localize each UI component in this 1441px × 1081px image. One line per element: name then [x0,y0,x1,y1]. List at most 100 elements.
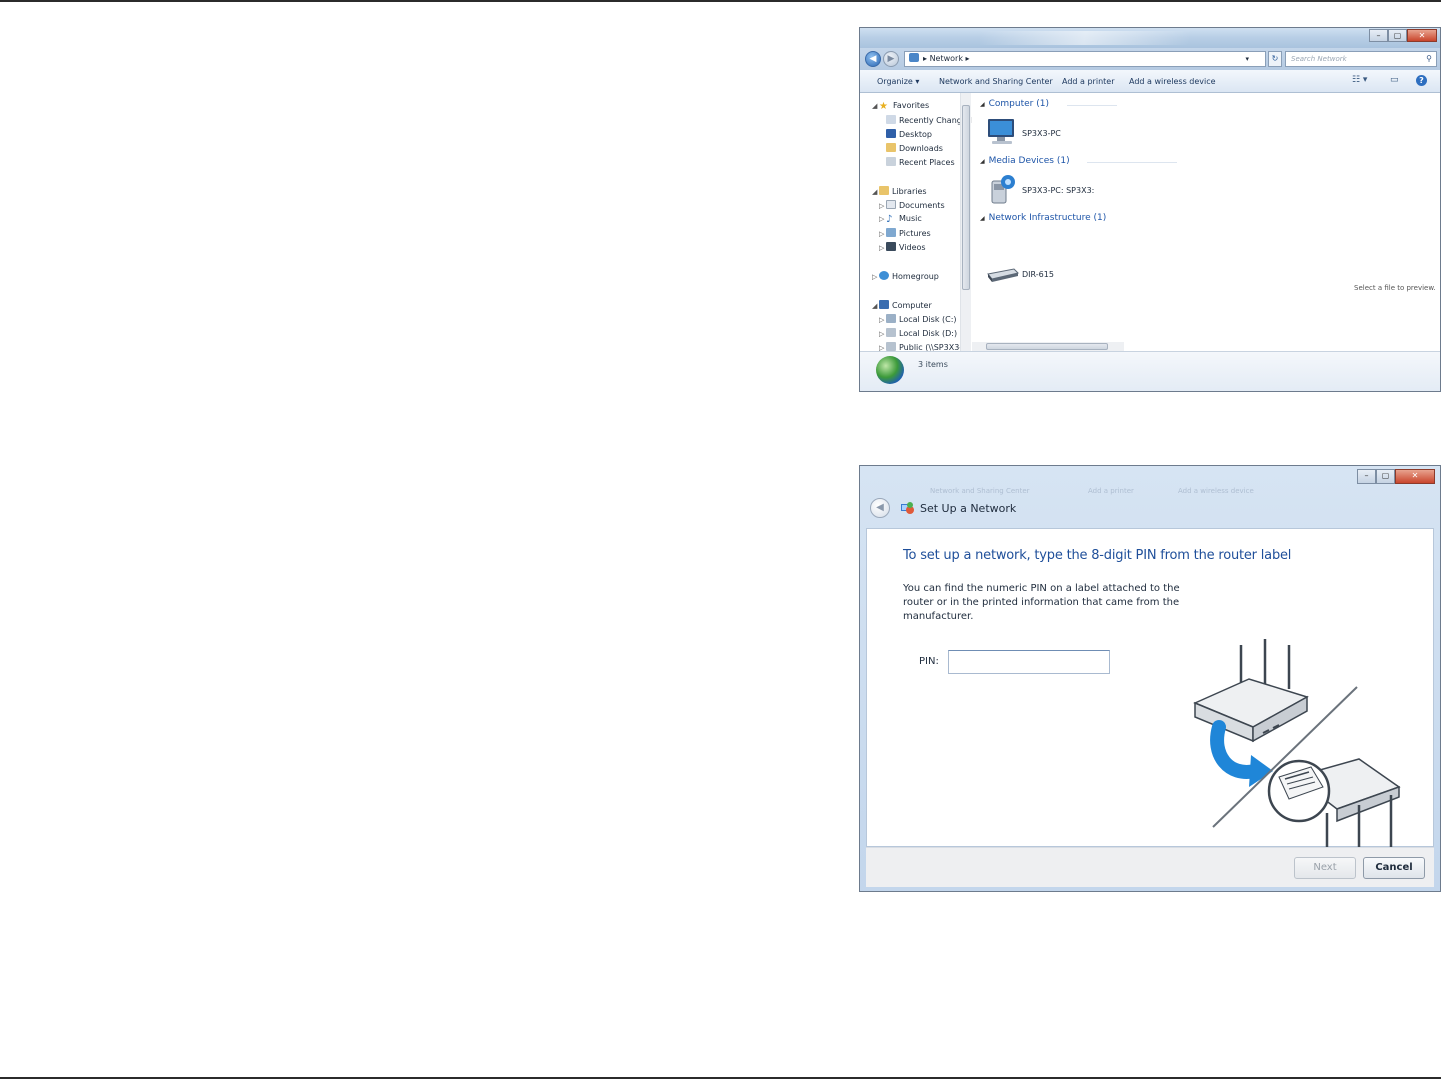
preview-pane-icon[interactable]: ▭ [1390,75,1399,85]
collapse-arrow-icon[interactable]: ◢ [980,101,985,108]
recent-folder-icon [886,115,896,124]
nav-item-videos[interactable]: ▷ Videos [879,242,926,252]
nav-favorites[interactable]: ◢ ★ Favorites [872,101,929,112]
network-setup-icon [901,502,914,514]
pin-label: PIN: [919,656,939,667]
organize-menu[interactable]: Organize ▾ [877,77,919,86]
expand-arrow-icon[interactable]: ▷ [879,316,886,324]
collapse-arrow-icon[interactable]: ◢ [980,158,985,165]
address-path[interactable]: Network [930,54,963,63]
preview-pane-text: Select a file to preview. [1354,284,1436,292]
expand-arrow-icon[interactable]: ▷ [879,330,886,338]
nav-item-recently-changed[interactable]: Recently Changed [886,115,972,125]
star-icon: ★ [879,101,888,112]
videos-icon [886,242,896,251]
device-media[interactable]: SP3X3-PC: SP3X3: [1022,186,1094,195]
nav-item-music[interactable]: ▷ ♪ Music [879,214,922,225]
change-view-icon[interactable]: ☷ ▾ [1352,75,1367,85]
media-device-icon [991,175,1015,204]
dialog-title: Set Up a Network [920,502,1017,515]
group-header-media-devices[interactable]: ◢ Media Devices (1) [980,156,1070,166]
add-printer-button[interactable]: Add a printer [1062,77,1114,86]
nav-computer[interactable]: ◢ Computer [872,300,932,310]
nav-pane-scrollbar[interactable] [960,93,971,351]
dialog-header: ◀ Set Up a Network [866,494,1434,524]
network-drive-icon [886,342,896,351]
expand-arrow-icon[interactable]: ▷ [879,230,886,238]
device-computer[interactable]: SP3X3-PC [1022,129,1061,138]
computer-icon [879,300,889,309]
close-button[interactable]: ✕ [1407,29,1437,42]
details-pane: 3 items [860,351,1440,391]
navigation-pane: ◢ ★ Favorites Recently Changed Desktop Dow… [860,93,972,351]
nav-item-pictures[interactable]: ▷ Pictures [879,228,931,238]
minimize-button[interactable]: – [1369,29,1388,42]
nav-item-documents[interactable]: ▷ Documents [879,200,945,210]
downloads-folder-icon [886,143,896,152]
next-button[interactable]: Next [1294,857,1356,879]
add-wireless-device-button[interactable]: Add a wireless device [1129,77,1216,86]
pin-input[interactable] [948,650,1110,674]
item-count: 3 items [918,360,948,369]
address-dropdown-icon[interactable]: ▾ [1245,52,1249,66]
collapse-arrow-icon[interactable]: ◢ [980,215,985,222]
search-placeholder: Search Network [1291,55,1347,63]
recent-places-icon [886,157,896,166]
device-router[interactable]: DIR-615 [1022,270,1054,279]
disk-icon [886,328,896,337]
file-list-area: ◢ Computer (1) SP3X3-PC ◢ Media Devices (1… [972,93,1440,351]
search-input[interactable]: Search Network ⚲ [1285,51,1437,67]
pictures-icon [886,228,896,237]
cancel-button[interactable]: Cancel [1363,857,1425,879]
expand-arrow-icon[interactable]: ▷ [879,215,886,223]
documents-icon [886,200,896,209]
back-button[interactable]: ◀ [865,51,881,67]
collapse-arrow-icon[interactable]: ◢ [872,302,879,310]
network-explorer-window: – ▢ ✕ ◀ ▶ ▸ Network ▸ ▾ ↻ Search Network… [859,27,1441,392]
instruction-heading: To set up a network, type the 8-digit PI… [903,548,1292,563]
close-button[interactable]: ✕ [1395,469,1435,484]
nav-item-recent-places[interactable]: Recent Places [886,157,955,167]
address-separator: ▸ [965,54,970,63]
nav-item-desktop[interactable]: Desktop [886,129,932,139]
address-bar[interactable]: ▸ Network ▸ ▾ [904,51,1266,67]
nav-libraries[interactable]: ◢ Libraries [872,186,927,196]
collapse-arrow-icon[interactable]: ◢ [872,188,879,196]
explorer-caption-buttons: – ▢ ✕ [1369,29,1437,42]
homegroup-icon [879,271,889,280]
refresh-button[interactable]: ↻ [1268,51,1282,67]
network-sharing-center-button[interactable]: Network and Sharing Center [939,77,1053,86]
page-top-rule [0,0,1441,2]
maximize-button[interactable]: ▢ [1388,29,1407,42]
minimize-button[interactable]: – [1357,469,1376,484]
nav-item-public-share[interactable]: ▷ Public (\\SP3X3-... [879,342,970,351]
help-icon[interactable]: ? [1416,75,1427,86]
collapse-arrow-icon[interactable]: ◢ [872,102,879,110]
group-header-network-infrastructure[interactable]: ◢ Network Infrastructure (1) [980,213,1106,223]
expand-arrow-icon[interactable]: ▷ [879,202,886,210]
desktop-icon [886,129,896,138]
expand-arrow-icon[interactable]: ▷ [879,244,886,252]
nav-item-local-disk-d[interactable]: ▷ Local Disk (D:) [879,328,957,338]
scrollbar-thumb[interactable] [986,343,1108,350]
pin-description: You can find the numeric PIN on a label … [903,583,1180,622]
group-divider [1067,105,1117,106]
expand-arrow-icon[interactable]: ▷ [879,344,886,351]
dialog-caption-buttons: – ▢ ✕ [1357,469,1435,484]
nav-item-downloads[interactable]: Downloads [886,143,943,153]
explorer-titlebar[interactable]: – ▢ ✕ [860,28,1440,48]
scrollbar-thumb[interactable] [962,105,970,290]
expand-arrow-icon[interactable]: ▷ [872,273,879,281]
back-arrow-icon[interactable]: ◀ [870,498,890,518]
maximize-button[interactable]: ▢ [1376,469,1395,484]
music-icon: ♪ [886,214,893,225]
dialog-footer: Next Cancel [866,847,1434,887]
nav-item-local-disk-c[interactable]: ▷ Local Disk (C:) [879,314,957,324]
nav-homegroup[interactable]: ▷ Homegroup [872,271,939,281]
content-horizontal-scrollbar[interactable] [972,342,1124,351]
libraries-icon [879,186,889,195]
group-divider [1087,162,1177,163]
group-header-computer[interactable]: ◢ Computer (1) [980,99,1049,109]
forward-button[interactable]: ▶ [883,51,899,67]
search-icon[interactable]: ⚲ [1426,52,1432,66]
